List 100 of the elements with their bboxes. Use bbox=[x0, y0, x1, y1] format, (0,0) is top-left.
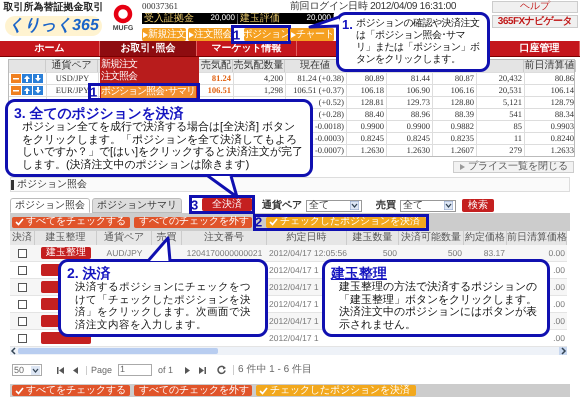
check-icon bbox=[15, 386, 24, 394]
scroll-right-icon bbox=[559, 347, 567, 355]
dropdown-icon bbox=[350, 201, 359, 210]
checkbox[interactable] bbox=[18, 300, 27, 308]
table-cell: 81.24 bbox=[212, 73, 231, 83]
previous-page-icon bbox=[71, 366, 80, 374]
table-cell: (+0.52) bbox=[318, 97, 344, 107]
action-button[interactable]: すべてをチェックする bbox=[12, 216, 130, 228]
logo: くりっく365 bbox=[5, 16, 102, 36]
step-number: 1 bbox=[233, 28, 240, 41]
table-cell: 80.86 bbox=[554, 73, 574, 83]
tidy-button[interactable]: 建玉整理 bbox=[41, 247, 91, 259]
table-cell: -0.0003) bbox=[314, 133, 344, 143]
table-cell: .00 bbox=[553, 282, 565, 292]
table-cell: 0.8245 bbox=[406, 133, 430, 143]
table-cell: 1.2630 bbox=[360, 145, 384, 155]
checkbox[interactable] bbox=[18, 266, 27, 274]
close-prices-button[interactable]: プライス一覧を閉じる bbox=[453, 161, 574, 173]
dropdown-icon bbox=[31, 366, 40, 374]
table-cell: EUR/JPY bbox=[56, 85, 90, 95]
table-cell: 2012/04/17 1 bbox=[269, 282, 319, 292]
table-cell: 128.80 bbox=[450, 97, 474, 107]
table-cell: 0.9900 bbox=[406, 121, 430, 131]
callout-title: 3. 全てのポジションを決済 bbox=[14, 105, 185, 121]
table-cell: 128.79 bbox=[550, 97, 574, 107]
table-cell: .00 bbox=[553, 264, 565, 275]
action-button[interactable]: すべてのチェックを外す bbox=[134, 385, 252, 396]
last-page-icon bbox=[198, 366, 208, 374]
table-cell: 106.90 bbox=[406, 85, 430, 95]
table-cell: 88.40 bbox=[364, 109, 384, 119]
check-icon bbox=[259, 386, 268, 394]
scrollbar-thumb[interactable] bbox=[18, 348, 218, 354]
step-number: 2 bbox=[255, 216, 262, 228]
table-cell: 2012/04/17 1 bbox=[269, 316, 319, 326]
table-cell: 106.14 bbox=[550, 85, 574, 95]
tab[interactable]: ポジション照会 bbox=[10, 198, 90, 213]
balance-label: 建玉評価 bbox=[240, 14, 280, 24]
table-cell: 541 bbox=[509, 109, 522, 119]
table-cell: 106.51 bbox=[208, 85, 231, 95]
navigator-button[interactable]: 365FXナビゲータ bbox=[492, 15, 578, 28]
table-cell: 106.51 (+0.37) bbox=[293, 85, 344, 95]
table-cell: 0.9900 bbox=[360, 121, 384, 131]
checkbox[interactable] bbox=[18, 248, 27, 258]
table-cell: 4,200 bbox=[264, 73, 283, 83]
page-size-select[interactable]: 50 bbox=[12, 364, 42, 376]
page-input[interactable]: 1 bbox=[118, 364, 152, 376]
table-cell: .00 bbox=[553, 298, 565, 309]
table-cell: 1.2607 bbox=[450, 145, 474, 155]
checkbox[interactable] bbox=[18, 316, 27, 326]
table-cell: -0.0018) bbox=[314, 121, 344, 131]
table-cell: 0.9903 bbox=[550, 121, 574, 131]
callout-title: 1. bbox=[342, 18, 354, 31]
check-icon bbox=[269, 218, 278, 226]
play-icon bbox=[142, 30, 148, 38]
table-cell: 128.81 bbox=[360, 97, 384, 107]
table-cell: 1.2630 bbox=[406, 145, 430, 155]
table-cell: 2012/04/17 1 bbox=[269, 264, 319, 275]
table-cell: 0.00 bbox=[548, 248, 565, 258]
horizontal-scrollbar[interactable] bbox=[10, 347, 567, 355]
nav-tab[interactable]: お取引･照会 bbox=[100, 41, 197, 56]
table-cell: 80.89 bbox=[364, 73, 384, 83]
menu-item[interactable]: 新規注文 bbox=[101, 59, 196, 71]
table-cell: 5,121 bbox=[502, 97, 522, 107]
menu-item[interactable]: 注文照会 bbox=[101, 71, 196, 83]
filter-select[interactable]: 全て bbox=[400, 200, 456, 212]
play-icon bbox=[290, 30, 296, 38]
table-cell: AUD/JPY bbox=[106, 248, 142, 258]
filter-label: 通貨ペア bbox=[262, 200, 302, 210]
checkbox[interactable] bbox=[18, 282, 27, 292]
table-cell: 2012/04/17 1 bbox=[269, 298, 319, 309]
checkbox[interactable] bbox=[18, 334, 27, 342]
table-cell: 20,531 bbox=[498, 85, 522, 95]
search-button[interactable]: 検索 bbox=[462, 199, 494, 212]
table-cell: 20,432 bbox=[498, 73, 522, 83]
table-cell: 500 bbox=[382, 248, 397, 258]
table-cell: 129.73 bbox=[406, 97, 430, 107]
table-cell: 1,298 bbox=[264, 85, 283, 95]
table-cell: .00 bbox=[553, 332, 565, 343]
table-cell: 85 bbox=[514, 121, 522, 131]
table-cell: 0.9882 bbox=[450, 121, 474, 131]
table-cell: -0.0007) bbox=[314, 145, 344, 155]
play-icon bbox=[188, 30, 194, 38]
logo-caption: 取引所為替証拠金取引 bbox=[4, 3, 104, 13]
table-cell: (+0.28) bbox=[318, 109, 344, 119]
table-cell: 0.8235 bbox=[450, 133, 474, 143]
callout-text: ポジション全てを成行で決済する場合は[全決済] ボタンをクリックします。「ポジションを全て決済してもよろしいですか？」で[はい]をクリックすると決済注文が完了します。(決済注文中のポジションは除きます) bbox=[21, 121, 304, 171]
table-cell: 81.44 bbox=[410, 73, 430, 83]
balance-label: 受入証拠金 bbox=[144, 14, 194, 24]
table-cell: 106.18 bbox=[360, 85, 384, 95]
table-cell: 279 bbox=[509, 145, 522, 155]
action-button[interactable]: すべてをチェックする bbox=[12, 385, 130, 396]
action-button[interactable]: すべてのチェックを外す bbox=[134, 216, 252, 228]
table-cell: 106.16 bbox=[450, 85, 474, 95]
settle-all-button[interactable]: 全決済 bbox=[202, 198, 252, 211]
help-button[interactable]: ヘルプ bbox=[492, 1, 578, 13]
callout-title: 2. 決済 bbox=[67, 265, 112, 281]
table-cell: 80.87 bbox=[454, 73, 474, 83]
filter-select[interactable]: 全て bbox=[306, 200, 362, 212]
tab[interactable]: ポジションサマリ bbox=[92, 198, 182, 213]
page-label: Page bbox=[86, 366, 112, 374]
